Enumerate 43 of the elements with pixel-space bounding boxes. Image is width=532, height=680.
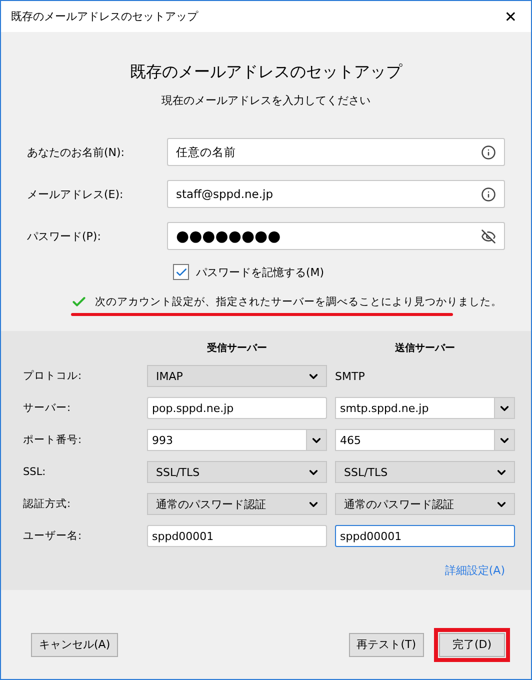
combo-field[interactable]: 993 <box>147 429 327 451</box>
text-field[interactable]: sppd00001 <box>147 525 327 547</box>
dropdown-button[interactable] <box>494 430 514 450</box>
input-field[interactable]: ●●●●●●●● <box>167 222 505 250</box>
done-button[interactable]: 完了(D) <box>439 632 505 656</box>
field-label: パスワード(P): <box>27 228 102 244</box>
field-label: メールアドレス(E): <box>27 186 124 202</box>
row-label: サーバー: <box>23 401 72 415</box>
row-label: ユーザー名: <box>23 529 83 543</box>
window-title: 既存のメールアドレスのセットアップ <box>11 9 198 24</box>
combo-field[interactable]: smtp.sppd.ne.jp <box>335 397 515 419</box>
row-label: ポート番号: <box>23 433 83 447</box>
dialog-subheading: 現在のメールアドレスを入力してください <box>162 93 370 108</box>
dropdown-button[interactable] <box>494 398 514 418</box>
dropdown[interactable]: 通常のパスワード認証 <box>147 493 327 515</box>
row-label: 認証方式: <box>23 497 72 511</box>
dropdown-button[interactable] <box>306 430 326 450</box>
dialog-heading: 既存のメールアドレスのセットアップ <box>130 62 402 83</box>
column-header: 受信サーバー <box>206 342 268 355</box>
checkmark-icon <box>174 266 188 278</box>
info-icon[interactable] <box>481 144 496 160</box>
field-label: あなたのお名前(N): <box>27 144 126 160</box>
dropdown[interactable]: 通常のパスワード認証 <box>335 493 515 515</box>
dropdown[interactable]: SSL/TLS <box>147 461 327 483</box>
dropdown[interactable]: SSL/TLS <box>335 461 515 483</box>
input-field[interactable]: staff@sppd.ne.jp <box>167 180 505 208</box>
protocol-text: SMTP <box>335 370 366 382</box>
checkbox-label: パスワードを記憶する(M) <box>196 264 324 280</box>
retest-button[interactable]: 再テスト(T) <box>348 632 424 656</box>
input-field[interactable]: 任意の名前 <box>167 138 505 166</box>
text-field[interactable]: sppd00001 <box>335 525 515 547</box>
checkbox[interactable] <box>173 264 189 280</box>
row-label: SSL: <box>23 466 47 478</box>
row-label: プロトコル: <box>23 369 83 383</box>
status-message: 次のアカウント設定が、指定されたサーバーを調べることにより見つかりました。 <box>95 295 502 309</box>
dropdown[interactable]: IMAP <box>147 365 327 387</box>
info-icon[interactable] <box>481 186 496 202</box>
combo-field[interactable]: 465 <box>335 429 515 451</box>
hidden-eye-icon[interactable] <box>481 228 496 244</box>
column-header: 送信サーバー <box>394 342 456 355</box>
cancel-button[interactable]: キャンセル(A) <box>31 632 118 656</box>
close-button[interactable]: ✕ <box>500 8 521 26</box>
text-field[interactable]: pop.sppd.ne.jp <box>147 397 327 419</box>
